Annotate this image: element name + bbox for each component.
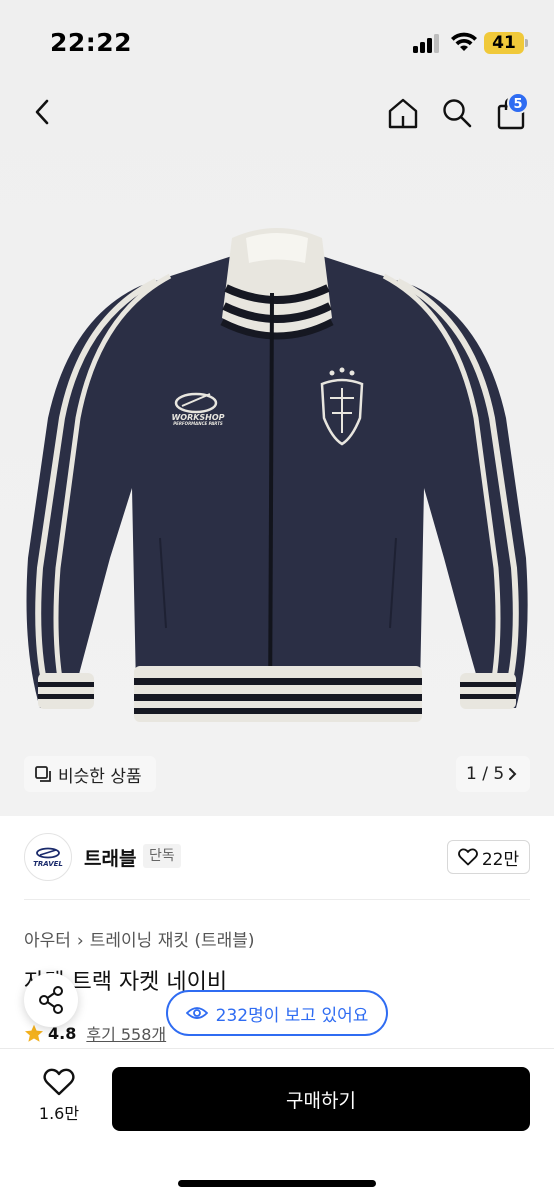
exclusive-badge: 단독 — [143, 844, 181, 868]
home-icon — [388, 98, 418, 129]
search-icon — [443, 99, 472, 128]
wishlist-count: 1.6만 — [38, 1104, 80, 1123]
divider — [24, 899, 530, 900]
viewers-indicator: 232명이 보고 있어요 — [166, 990, 388, 1036]
image-pager[interactable]: 1 / 5 — [456, 756, 531, 792]
brand-name[interactable]: 트래블 — [84, 844, 136, 871]
back-button[interactable] — [22, 92, 62, 132]
breadcrumb-child[interactable]: 트레이닝 재킷 (트래블) — [90, 931, 255, 951]
battery-level: 41 — [484, 32, 524, 54]
heart-icon — [43, 1068, 75, 1096]
status-bar: 22:22 41 — [0, 0, 554, 88]
home-indicator — [178, 1180, 376, 1187]
chevron-right-icon — [509, 768, 517, 780]
star-icon — [25, 1024, 43, 1042]
battery-tip — [525, 39, 528, 47]
wifi-icon — [451, 32, 477, 51]
home-button[interactable] — [382, 92, 424, 134]
cart-count-badge: 5 — [507, 92, 529, 114]
heart-icon — [457, 848, 478, 866]
chest-print: WORKSHOP PERFORMANCE PARTS — [170, 414, 226, 426]
product-image — [0, 88, 554, 816]
brand-logo-mark — [36, 847, 60, 858]
share-button[interactable] — [24, 973, 78, 1027]
back-icon — [35, 99, 49, 125]
review-count-link[interactable]: 후기 558개 — [86, 1021, 166, 1045]
brand-logo[interactable]: TRAVEL — [24, 833, 72, 881]
breadcrumb-parent[interactable]: 아우터 — [24, 931, 71, 951]
chest-print-sub: PERFORMANCE PARTS — [173, 421, 223, 426]
buy-button[interactable]: 구매하기 — [112, 1067, 530, 1131]
brand-logo-text: TRAVEL — [33, 859, 63, 868]
image-pager-label: 1 / 5 — [466, 764, 505, 784]
product-image-area[interactable]: WORKSHOP PERFORMANCE PARTS — [0, 88, 554, 816]
similar-products-button[interactable]: 비슷한 상품 — [24, 756, 156, 792]
breadcrumb-separator-icon: › — [76, 931, 84, 951]
wishlist-button[interactable]: 1.6만 — [30, 1068, 88, 1130]
signal-icon — [413, 33, 441, 53]
brand-like-count: 22만 — [481, 849, 520, 870]
share-icon — [39, 986, 63, 1014]
brand-like-button[interactable]: 22만 — [447, 840, 530, 874]
similar-icon — [35, 766, 51, 782]
search-button[interactable] — [436, 92, 478, 134]
breadcrumb: 아우터 › 트레이닝 재킷 (트래블) — [24, 926, 255, 951]
eye-icon — [185, 1007, 208, 1019]
status-time: 22:22 — [50, 28, 133, 57]
viewers-label: 232명이 보고 있어요 — [215, 1005, 369, 1026]
similar-products-label: 비슷한 상품 — [58, 766, 142, 787]
